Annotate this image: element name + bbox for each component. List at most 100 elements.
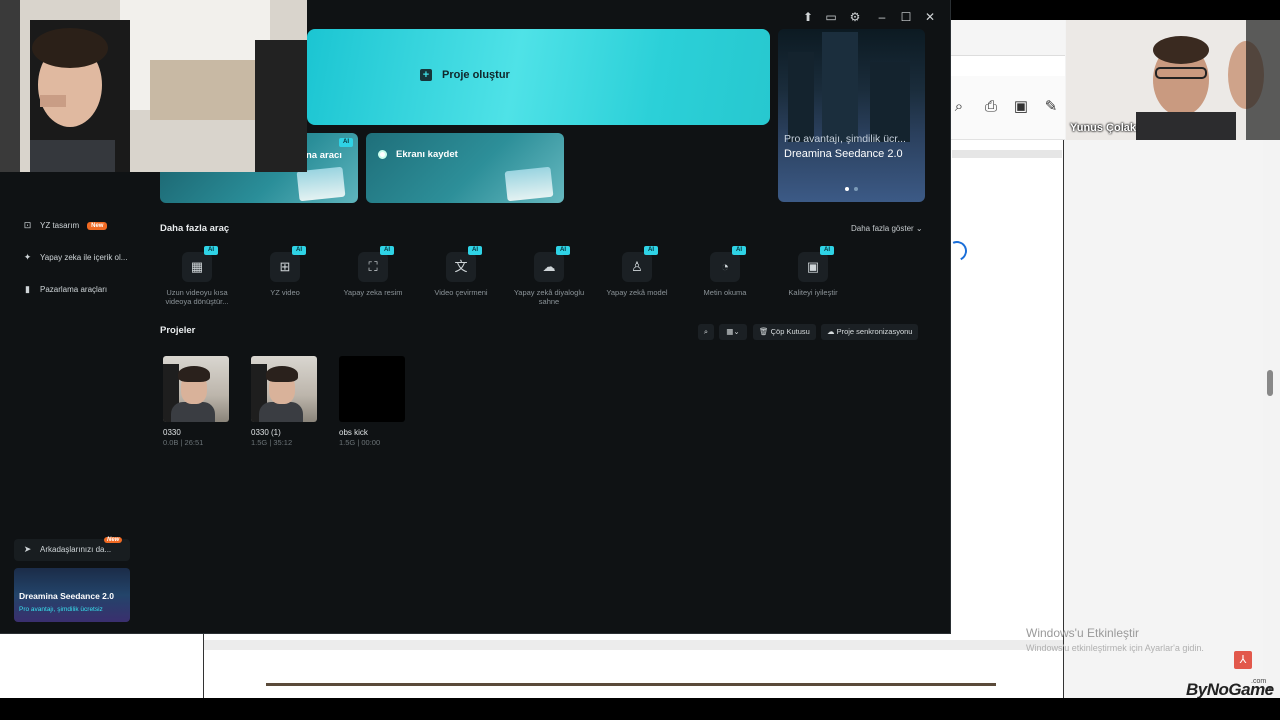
chevron-down-icon: ⌄ [913, 224, 923, 233]
search-icon[interactable]: ⌕ [698, 324, 714, 340]
sidebar-promo-banner[interactable]: Dreamina Seedance 2.0 Pro avantajı, şimd… [14, 568, 130, 622]
invite-friends-label: Arkadaşlarınızı da... [40, 545, 112, 554]
new-badge: New [104, 537, 123, 543]
hd-icon: ▣ AI [798, 246, 834, 282]
image-sparkle-icon: ⛶ AI [358, 246, 394, 282]
tool-label: Uzun videoyu kısa videoya dönüştür... [165, 288, 229, 306]
project-meta: 1.5G | 00:00 [339, 438, 381, 447]
ai-badge: AI [380, 246, 394, 255]
promo-building [870, 62, 910, 142]
tool-ai-model[interactable]: ♙ AI Yapay zekâ model [597, 246, 677, 297]
windows-activate-title: Windows'u Etkinleştir [1026, 626, 1139, 640]
ai-badge: AI [732, 246, 746, 255]
project-name: obs kick [339, 428, 368, 437]
pdf-divider [266, 683, 996, 686]
project-meta: 0.0B | 26:51 [163, 438, 204, 447]
sidebar-promo-title: Dreamina Seedance 2.0 [19, 591, 114, 601]
view-toggle[interactable]: ▦⌄ [719, 324, 747, 340]
translate-icon: 文 AI [446, 246, 482, 282]
tool-label: Yapay zekâ model [606, 288, 668, 297]
create-project-label: Proje oluştur [442, 69, 510, 81]
ai-badge: AI [339, 138, 353, 147]
minimize-icon[interactable]: – [875, 10, 889, 24]
ai-badge: AI [292, 246, 306, 255]
promo-building [788, 52, 814, 142]
tool-text-to-speech[interactable]: ◔ AI Metin okuma [685, 246, 765, 297]
sparkle-icon: ✦ [23, 252, 32, 262]
upload-icon[interactable]: ⬆ [801, 10, 815, 24]
screen: ⌕ ⎙ ▣ ✎ ▼ Windows'u Etkinleştir Windows'… [0, 0, 1280, 720]
pdf-app-icon[interactable]: ⅄ [1234, 651, 1252, 669]
trash-button[interactable]: 🗑 Çöp Kutusu [753, 324, 816, 340]
tools-section-title: Daha fazla araç [160, 223, 230, 234]
tool-ai-image[interactable]: ⛶ AI Yapay zeka resim [333, 246, 413, 297]
scrollbar-thumb[interactable] [1267, 370, 1273, 396]
project-card[interactable]: 0330 (1) 1.5G | 35:12 [251, 356, 317, 447]
sidebar-item-ai-content[interactable]: ✦ Yapay zeka ile içerik ol... [23, 252, 128, 263]
project-card[interactable]: 0330 0.0B | 26:51 [163, 356, 229, 447]
promo-building [822, 32, 858, 142]
show-more-label: Daha fazla göster [851, 224, 914, 233]
video-plus-icon: ⊞ AI [270, 246, 306, 282]
sidebar-item-label: YZ tasarım [40, 221, 80, 230]
sync-label: Proje senkronizasyonu [836, 327, 913, 336]
settings-icon[interactable]: ⚙ [848, 10, 862, 24]
create-project-button[interactable]: + Proje oluştur [420, 69, 510, 81]
trash-icon: 🗑 [759, 327, 771, 336]
sidebar-item-marketing[interactable]: ▮ Pazarlama araçları [23, 284, 108, 295]
save-icon[interactable]: ▣ [1010, 96, 1032, 118]
webcam-name-label: Yunus Çolak [1070, 122, 1137, 134]
sidebar-promo-subtitle: Pro avantajı, şimdilik ücretsiz [19, 606, 103, 613]
tool-label: Video çevirmeni [434, 288, 488, 297]
new-badge: New [87, 221, 108, 230]
sidebar-item-ai-design[interactable]: ⊡ YZ tasarım New [23, 220, 108, 230]
sidebar-item-label: Yapay zeka ile içerik ol... [40, 253, 128, 262]
maximize-icon[interactable]: ☐ [899, 10, 913, 24]
tool-video-translator[interactable]: 文 AI Video çevirmeni [421, 246, 501, 297]
promo-banner[interactable]: Pro avantajı, şimdilik ücr... Dreamina S… [778, 29, 925, 202]
tool-label: Kaliteyi iyileştir [788, 288, 838, 297]
ai-badge: AI [820, 246, 834, 255]
plus-icon: + [420, 69, 432, 81]
film-icon: ▦ AI [182, 246, 218, 282]
screen-record-card[interactable]: Ekranı kaydet [366, 133, 564, 203]
ai-design-icon: ⊡ [23, 220, 32, 230]
trash-label: Çöp Kutusu [770, 327, 810, 336]
carousel-dots[interactable] [845, 187, 858, 191]
watermark-suffix: .com [1251, 678, 1267, 685]
promo-subtitle: Pro avantajı, şimdilik ücr... [784, 133, 906, 145]
right-panel [1063, 140, 1263, 698]
tool-long-to-short[interactable]: ▦ AI Uzun videoyu kısa videoya dönüştür..… [157, 246, 237, 306]
invite-friends-row: ➤ Arkadaşlarınızı da... [23, 544, 112, 555]
search-icon[interactable]: ⌕ [948, 96, 970, 118]
windows-activate-subtitle: Windows'u etkinleştirmek için Ayarlar'a … [1026, 643, 1204, 653]
tool-label: Metin okuma [703, 288, 747, 297]
record-icon [378, 150, 387, 159]
tool-dialogue-scene[interactable]: ☁ AI Yapay zekâ diyaloglu sahne [509, 246, 589, 306]
edit-icon[interactable]: ✎ [1040, 96, 1062, 118]
chat-scene-icon: ☁ AI [534, 246, 570, 282]
create-project-hero[interactable]: + Proje oluştur [307, 29, 770, 125]
pdf-page-bar [952, 150, 1062, 158]
send-icon: ➤ [23, 544, 32, 554]
ai-badge: AI [468, 246, 482, 255]
project-thumbnail [339, 356, 405, 422]
tool-label: YZ video [270, 288, 300, 297]
tool-ai-video[interactable]: ⊞ AI YZ video [245, 246, 325, 297]
sync-button[interactable]: ☁ Proje senkronizasyonu [821, 324, 919, 340]
show-more-link[interactable]: Daha fazla göster ⌄ [851, 224, 923, 233]
sidebar-item-label: Pazarlama araçları [40, 285, 108, 294]
project-card[interactable]: obs kick 1.5G | 00:00 [339, 356, 405, 447]
cloud-icon: ☁ [827, 327, 837, 336]
ai-badge: AI [644, 246, 658, 255]
print-icon[interactable]: ⎙ [980, 96, 1002, 118]
close-icon[interactable]: ✕ [923, 10, 937, 24]
promo-title: Dreamina Seedance 2.0 [784, 148, 903, 160]
feedback-icon[interactable]: ▭ [824, 10, 838, 24]
voice-icon: ◔ AI [710, 246, 746, 282]
webcam-left [0, 0, 307, 172]
marketing-icon: ▮ [25, 284, 30, 294]
background-panel [0, 634, 203, 698]
screen-record-label: Ekranı kaydet [396, 149, 458, 160]
tool-enhance-quality[interactable]: ▣ AI Kaliteyi iyileştir [773, 246, 853, 297]
